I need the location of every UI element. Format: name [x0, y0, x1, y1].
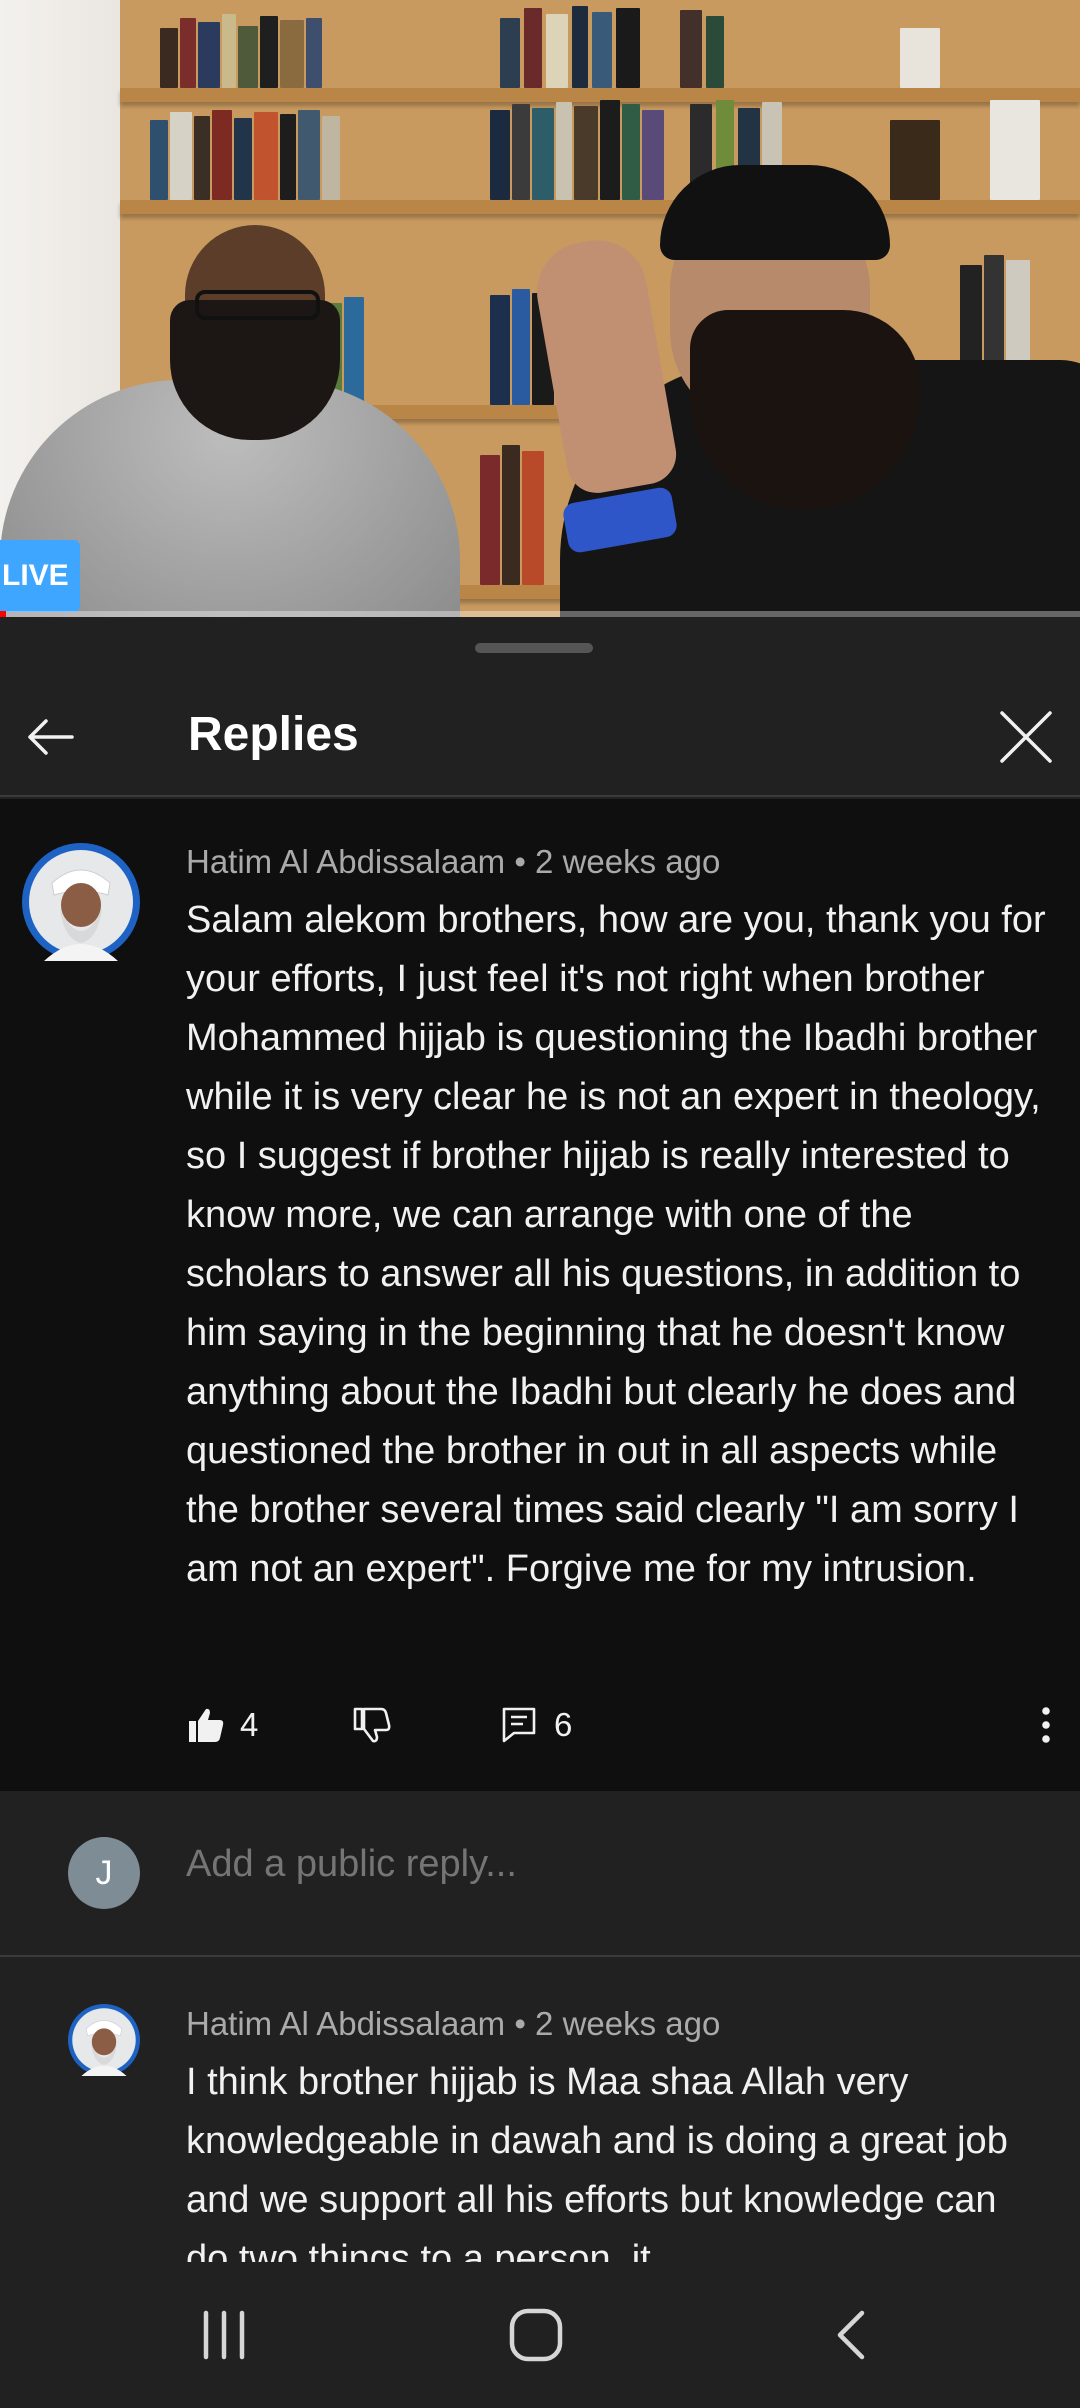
- comment-time: 2 weeks ago: [535, 843, 721, 880]
- like-button[interactable]: 4: [186, 1695, 258, 1755]
- comment-icon: [502, 1707, 536, 1743]
- system-nav-bar: [0, 2262, 1080, 2408]
- comment-meta: Hatim Al Abdissalaam • 2 weeks ago: [186, 843, 721, 880]
- reply-meta: Hatim Al Abdissalaam • 2 weeks ago: [186, 2005, 721, 2042]
- reply-input[interactable]: [186, 1843, 986, 1886]
- reply-item: Hatim Al Abdissalaam • 2 weeks ago I thi…: [0, 1959, 1080, 2262]
- recent-apps-icon: [203, 2310, 245, 2360]
- reply-composer: J: [0, 1791, 1080, 1957]
- avatar[interactable]: [22, 843, 140, 961]
- home-icon: [509, 2308, 563, 2362]
- back-button[interactable]: [10, 697, 90, 777]
- reply-count-button[interactable]: 6: [500, 1695, 572, 1755]
- arrow-left-icon: [28, 719, 74, 755]
- avatar-image: [68, 2004, 140, 2076]
- thumbs-up-icon: [189, 1708, 224, 1742]
- system-back-button[interactable]: [790, 2290, 910, 2380]
- close-button[interactable]: [986, 697, 1066, 777]
- reply-time: 2 weeks ago: [535, 2005, 721, 2042]
- comment-actions: 4 6: [186, 1695, 1066, 1755]
- drag-handle[interactable]: [475, 643, 593, 653]
- comment-text: Salam alekom brothers, how are you, than…: [186, 899, 1046, 1590]
- dislike-button[interactable]: [352, 1695, 392, 1755]
- sheet-header: Replies: [0, 677, 1080, 797]
- reply-text: I think brother hijjab is Maa shaa Allah…: [186, 2061, 1008, 2262]
- thumbs-down-icon: [353, 1707, 391, 1743]
- avatar-image: [22, 843, 140, 961]
- reply-avatar[interactable]: [68, 2004, 140, 2076]
- page-title: Replies: [188, 708, 359, 761]
- user-avatar[interactable]: J: [68, 1837, 140, 1909]
- more-options-button[interactable]: [1026, 1695, 1066, 1755]
- reply-author[interactable]: Hatim Al Abdissalaam: [186, 2005, 505, 2042]
- live-badge: LIVE: [0, 540, 80, 612]
- more-vert-icon: [1042, 1707, 1050, 1743]
- comment-author[interactable]: Hatim Al Abdissalaam: [186, 843, 505, 880]
- home-button[interactable]: [476, 2290, 596, 2380]
- reply-count: 6: [554, 1706, 573, 1743]
- close-icon: [1000, 711, 1052, 763]
- chevron-left-icon: [837, 2310, 865, 2360]
- video-player[interactable]: LIVE: [0, 0, 1080, 617]
- like-count: 4: [240, 1706, 259, 1743]
- recent-apps-button[interactable]: [164, 2290, 284, 2380]
